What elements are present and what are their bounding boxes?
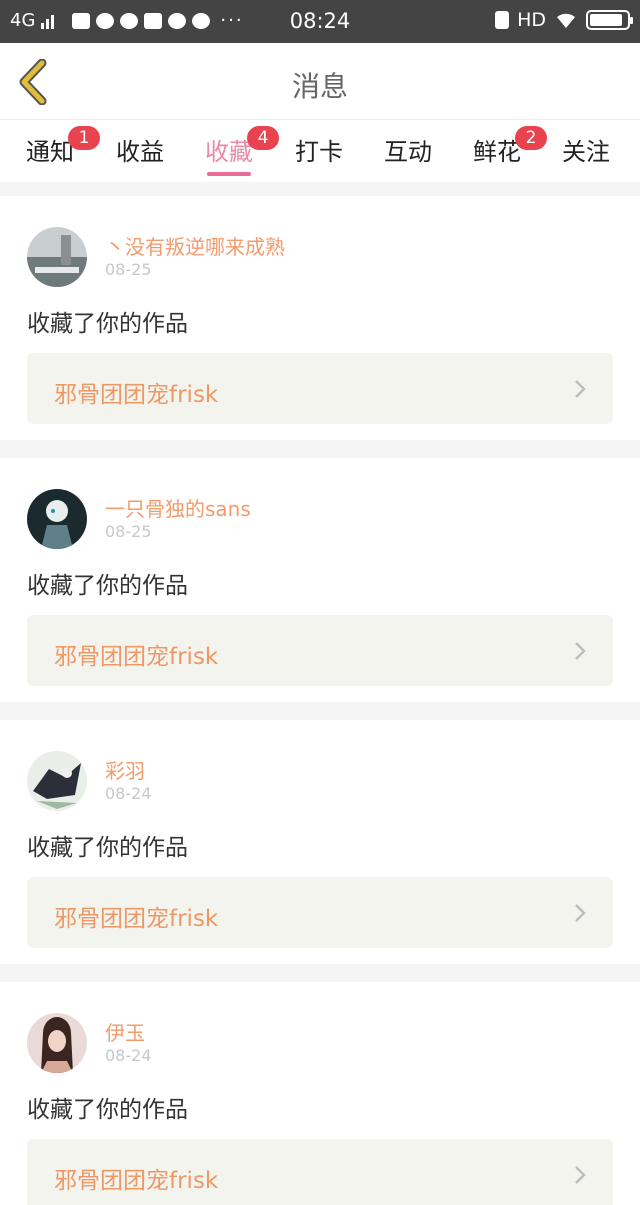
tab-label: 打卡 — [295, 138, 343, 166]
message-action-text: 收藏了你的作品 — [27, 1097, 188, 1123]
chevron-right-icon — [575, 904, 586, 922]
nav-bar: 消息 — [0, 43, 640, 120]
tab-earnings[interactable]: 收益 — [116, 132, 164, 167]
avatar[interactable] — [27, 489, 87, 549]
avatar[interactable] — [27, 227, 87, 287]
message-date: 08-24 — [105, 1046, 152, 1065]
chevron-right-icon — [575, 380, 586, 398]
tab-checkin[interactable]: 打卡 — [295, 132, 343, 167]
wifi-icon — [557, 13, 575, 28]
status-bar-right: HD — [495, 9, 633, 31]
unread-badge: 4 — [247, 126, 279, 150]
tab-notifications[interactable]: 通知 1 — [26, 126, 100, 167]
message-action-text: 收藏了你的作品 — [27, 573, 188, 599]
chevron-right-icon — [575, 1166, 586, 1184]
message-card: 丶没有叛逆哪来成熟 08-25 收藏了你的作品 邪骨团团宠frisk — [0, 196, 640, 440]
tab-bar: 通知 1 收益 收藏 4 打卡 互动 鲜花 2 关注 — [0, 120, 640, 182]
work-link[interactable]: 邪骨团团宠frisk — [27, 1139, 613, 1205]
status-bar: 4G ··· 08:24 HD — [0, 0, 640, 43]
username[interactable]: 伊玉 — [105, 1017, 145, 1046]
tab-following[interactable]: 关注 — [562, 132, 610, 167]
tab-interactions[interactable]: 互动 — [384, 132, 432, 167]
work-title: 邪骨团团宠frisk — [54, 382, 219, 408]
message-date: 08-25 — [105, 522, 152, 541]
message-action-text: 收藏了你的作品 — [27, 835, 188, 861]
work-link[interactable]: 邪骨团团宠frisk — [27, 877, 613, 948]
battery-icon — [586, 10, 633, 30]
work-title: 邪骨团团宠frisk — [54, 906, 219, 932]
message-card: 伊玉 08-24 收藏了你的作品 邪骨团团宠frisk — [0, 982, 640, 1205]
tab-label: 鲜花 — [473, 138, 521, 166]
tab-favorites[interactable]: 收藏 4 — [205, 126, 279, 176]
username[interactable]: 丶没有叛逆哪来成熟 — [105, 231, 285, 260]
tab-label: 互动 — [384, 138, 432, 166]
work-link[interactable]: 邪骨团团宠frisk — [27, 615, 613, 686]
tab-label: 收益 — [116, 138, 164, 166]
work-link[interactable]: 邪骨团团宠frisk — [27, 353, 613, 424]
tab-label: 关注 — [562, 138, 610, 166]
hd-label: HD — [517, 9, 546, 31]
tab-flowers[interactable]: 鲜花 2 — [473, 126, 547, 167]
active-tab-indicator — [207, 172, 251, 176]
message-date: 08-25 — [105, 260, 152, 279]
tab-label: 收藏 — [205, 138, 253, 166]
message-date: 08-24 — [105, 784, 152, 803]
work-title: 邪骨团团宠frisk — [54, 1168, 219, 1194]
avatar[interactable] — [27, 751, 87, 811]
work-title: 邪骨团团宠frisk — [54, 644, 219, 670]
chevron-right-icon — [575, 642, 586, 660]
vibrate-icon — [495, 11, 510, 29]
unread-badge: 2 — [515, 126, 547, 150]
message-card: 一只骨独的sans 08-25 收藏了你的作品 邪骨团团宠frisk — [0, 458, 640, 702]
username[interactable]: 一只骨独的sans — [105, 493, 251, 522]
tab-label: 通知 — [26, 138, 74, 166]
message-card: 彩羽 08-24 收藏了你的作品 邪骨团团宠frisk — [0, 720, 640, 964]
username[interactable]: 彩羽 — [105, 755, 145, 784]
battery-fill — [590, 14, 622, 26]
page-title: 消息 — [291, 70, 348, 103]
avatar[interactable] — [27, 1013, 87, 1073]
unread-badge: 1 — [68, 126, 100, 150]
message-action-text: 收藏了你的作品 — [27, 311, 188, 337]
